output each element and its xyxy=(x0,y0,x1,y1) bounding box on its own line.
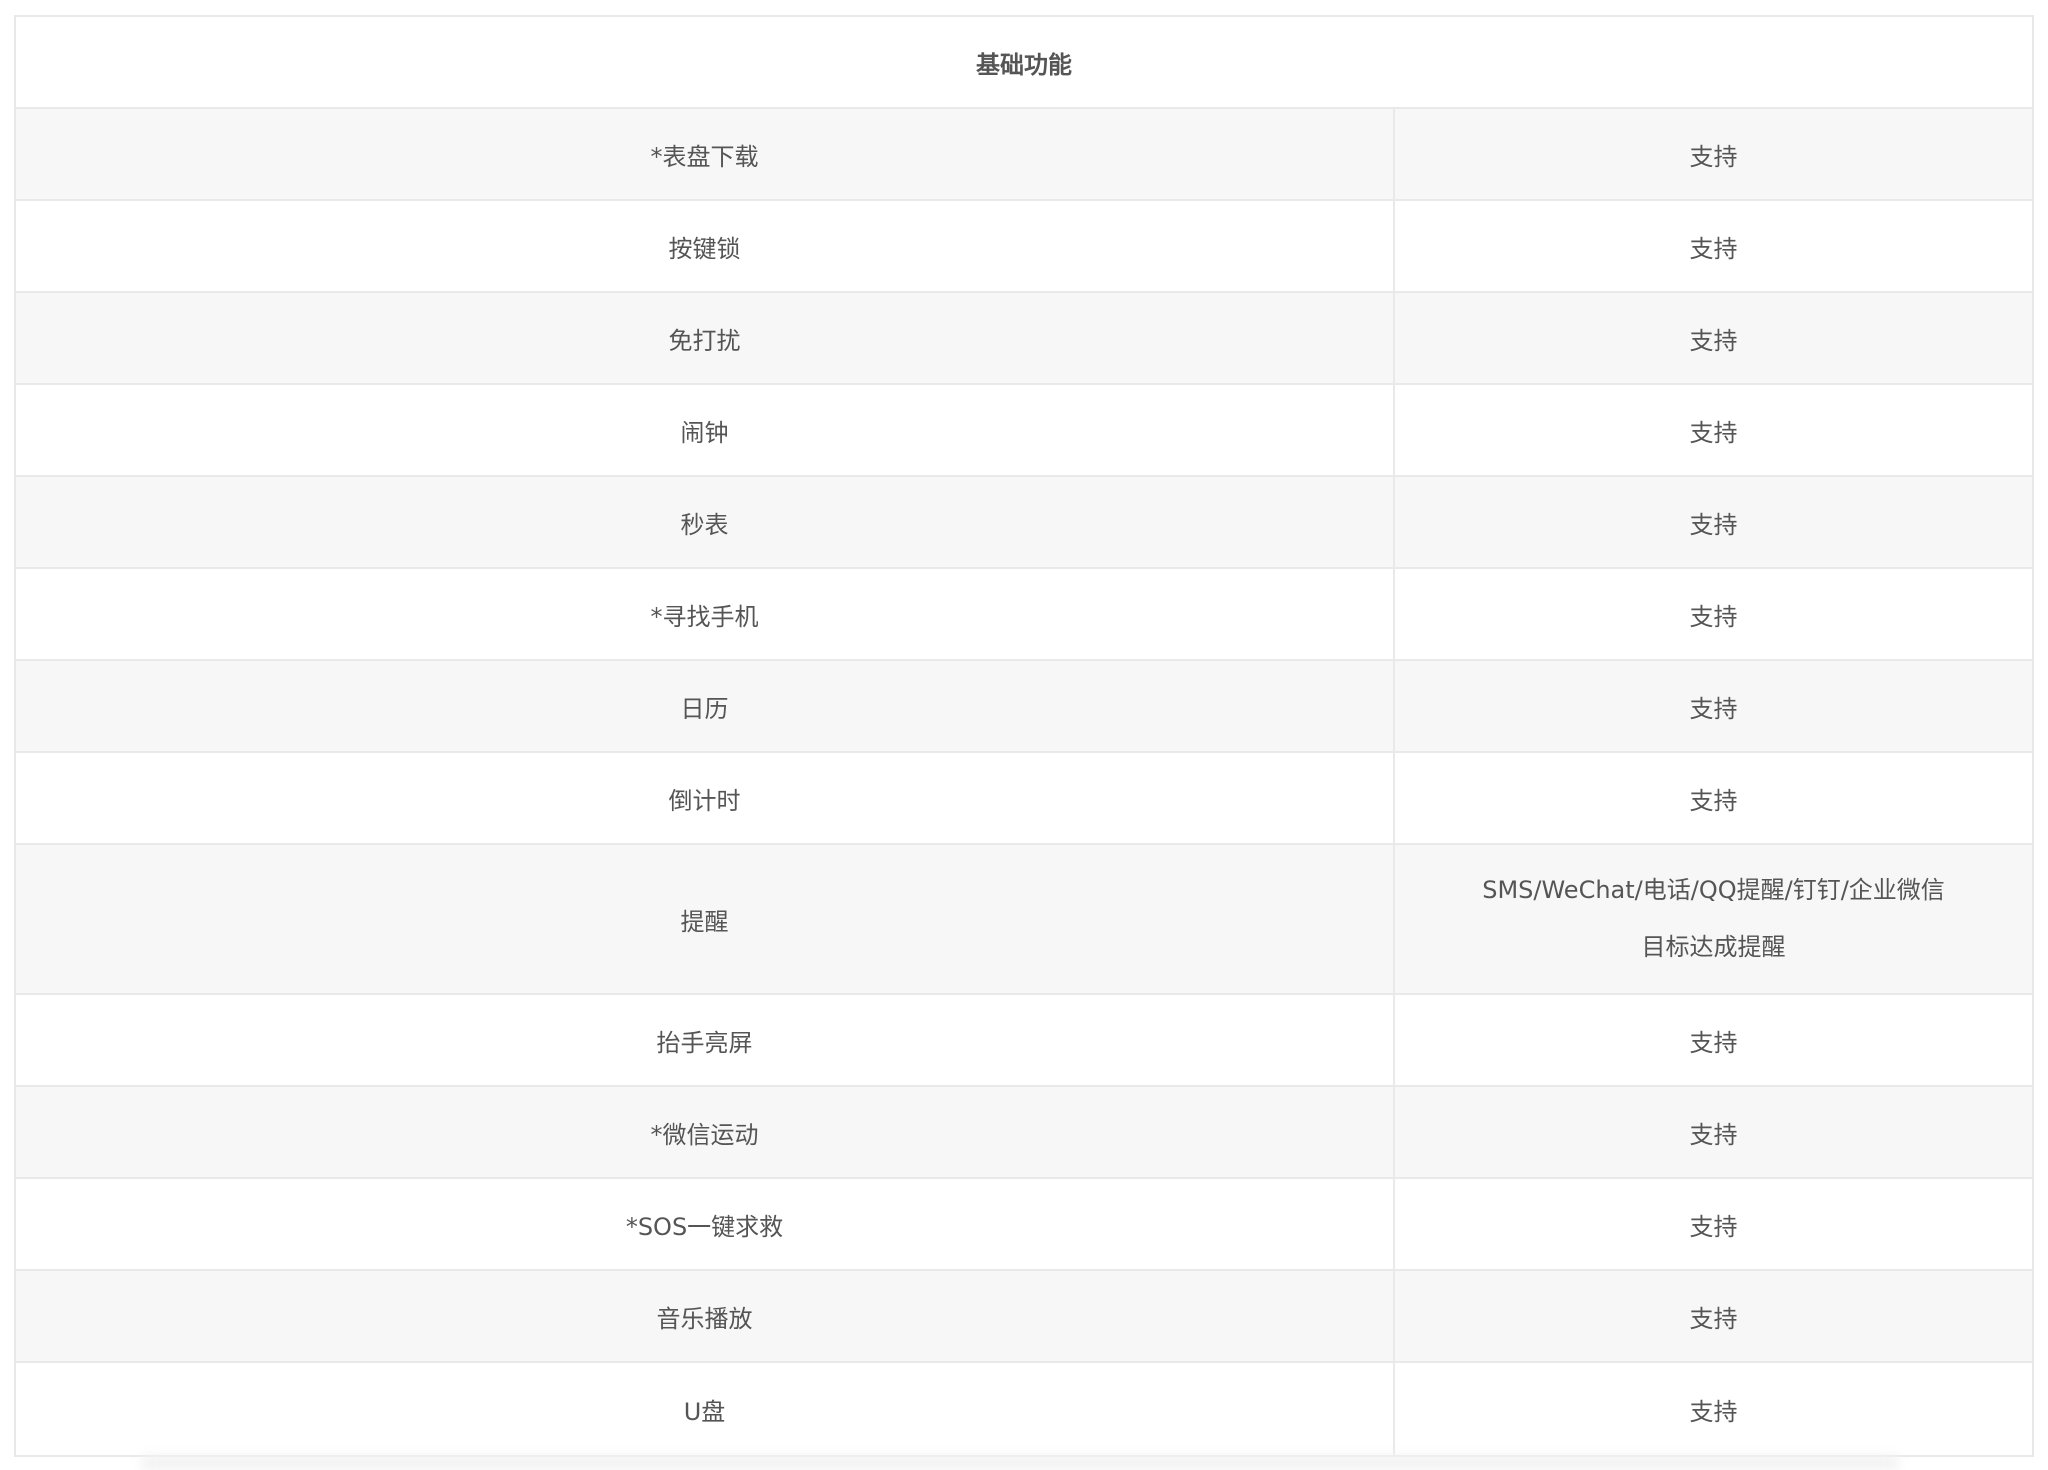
feature-value: 支持 xyxy=(1689,418,1738,447)
feature-value: 支持 xyxy=(1689,694,1738,723)
feature-value: 支持 xyxy=(1689,602,1738,631)
table-row: 按键锁 支持 xyxy=(16,201,2032,293)
feature-name: *SOS一键求救 xyxy=(625,1212,784,1241)
table-row: 倒计时 支持 xyxy=(16,753,2032,845)
feature-value: 支持 xyxy=(1689,510,1738,539)
feature-name-cell: *寻找手机 xyxy=(16,569,1395,659)
feature-name: U盘 xyxy=(683,1397,726,1426)
table-row: 秒表 支持 xyxy=(16,477,2032,569)
feature-value-cell: 支持 xyxy=(1395,1271,2032,1361)
table-row: *表盘下载 支持 xyxy=(16,109,2032,201)
feature-name: 日历 xyxy=(680,694,729,723)
table-row: *SOS一键求救 支持 xyxy=(16,1179,2032,1271)
feature-value-cell: 支持 xyxy=(1395,385,2032,475)
feature-name: 倒计时 xyxy=(668,786,741,815)
feature-name: 按键锁 xyxy=(668,234,741,263)
feature-name-cell: *SOS一键求救 xyxy=(16,1179,1395,1269)
table-row: 音乐播放 支持 xyxy=(16,1271,2032,1363)
feature-name: *寻找手机 xyxy=(650,602,759,631)
bottom-shadow xyxy=(140,1455,1900,1470)
table-header: 基础功能 xyxy=(16,17,2032,109)
feature-name-cell: *微信运动 xyxy=(16,1087,1395,1177)
feature-value-cell: 支持 xyxy=(1395,1363,2032,1455)
feature-value-cell: 支持 xyxy=(1395,1179,2032,1269)
feature-name: *微信运动 xyxy=(650,1120,759,1149)
feature-value-cell: 支持 xyxy=(1395,293,2032,383)
feature-value: 支持 xyxy=(1689,1304,1738,1333)
feature-name-cell: 音乐播放 xyxy=(16,1271,1395,1361)
table-row: 闹钟 支持 xyxy=(16,385,2032,477)
table-row: 免打扰 支持 xyxy=(16,293,2032,385)
feature-value: 支持 xyxy=(1689,142,1738,171)
feature-name: 闹钟 xyxy=(680,418,729,447)
table-row: 抬手亮屏 支持 xyxy=(16,995,2032,1087)
feature-name: 音乐播放 xyxy=(656,1304,753,1333)
feature-value-cell: SMS/WeChat/电话/QQ提醒/钉钉/企业微信 目标达成提醒 xyxy=(1395,845,2032,993)
feature-name-cell: 倒计时 xyxy=(16,753,1395,843)
feature-value-line: 目标达成提醒 xyxy=(1641,933,1786,961)
feature-value-cell: 支持 xyxy=(1395,569,2032,659)
section-title: 基础功能 xyxy=(976,50,1072,79)
feature-name: 抬手亮屏 xyxy=(656,1028,753,1057)
table-row: U盘 支持 xyxy=(16,1363,2032,1455)
feature-name: *表盘下载 xyxy=(650,142,759,171)
feature-value: 支持 xyxy=(1689,1120,1738,1149)
feature-name-cell: U盘 xyxy=(16,1363,1395,1455)
feature-name: 秒表 xyxy=(680,510,729,539)
feature-value-line: SMS/WeChat/电话/QQ提醒/钉钉/企业微信 xyxy=(1482,876,1945,904)
feature-value-cell: 支持 xyxy=(1395,1087,2032,1177)
feature-value: 支持 xyxy=(1689,1212,1738,1241)
feature-value-cell: 支持 xyxy=(1395,477,2032,567)
feature-name-cell: 日历 xyxy=(16,661,1395,751)
feature-value: 支持 xyxy=(1689,234,1738,263)
feature-name: 免打扰 xyxy=(668,326,741,355)
feature-name-cell: 闹钟 xyxy=(16,385,1395,475)
table-row: 日历 支持 xyxy=(16,661,2032,753)
feature-value-cell: 支持 xyxy=(1395,201,2032,291)
feature-value: 支持 xyxy=(1689,326,1738,355)
feature-name-cell: 免打扰 xyxy=(16,293,1395,383)
feature-value-cell: 支持 xyxy=(1395,753,2032,843)
feature-spec-table: 基础功能 *表盘下载 支持 按键锁 支持 免打扰 支持 闹钟 支持 秒表 支持 … xyxy=(14,15,2034,1457)
feature-value: 支持 xyxy=(1689,786,1738,815)
feature-value: 支持 xyxy=(1689,1397,1738,1426)
feature-name: 提醒 xyxy=(680,907,729,936)
table-row: *微信运动 支持 xyxy=(16,1087,2032,1179)
feature-name-cell: 按键锁 xyxy=(16,201,1395,291)
feature-name-cell: *表盘下载 xyxy=(16,109,1395,199)
feature-value-cell: 支持 xyxy=(1395,661,2032,751)
table-row: *寻找手机 支持 xyxy=(16,569,2032,661)
feature-name-cell: 秒表 xyxy=(16,477,1395,567)
table-row: 提醒 SMS/WeChat/电话/QQ提醒/钉钉/企业微信 目标达成提醒 xyxy=(16,845,2032,995)
feature-name-cell: 抬手亮屏 xyxy=(16,995,1395,1085)
feature-value-cell: 支持 xyxy=(1395,109,2032,199)
feature-name-cell: 提醒 xyxy=(16,845,1395,993)
feature-value-cell: 支持 xyxy=(1395,995,2032,1085)
feature-value: 支持 xyxy=(1689,1028,1738,1057)
